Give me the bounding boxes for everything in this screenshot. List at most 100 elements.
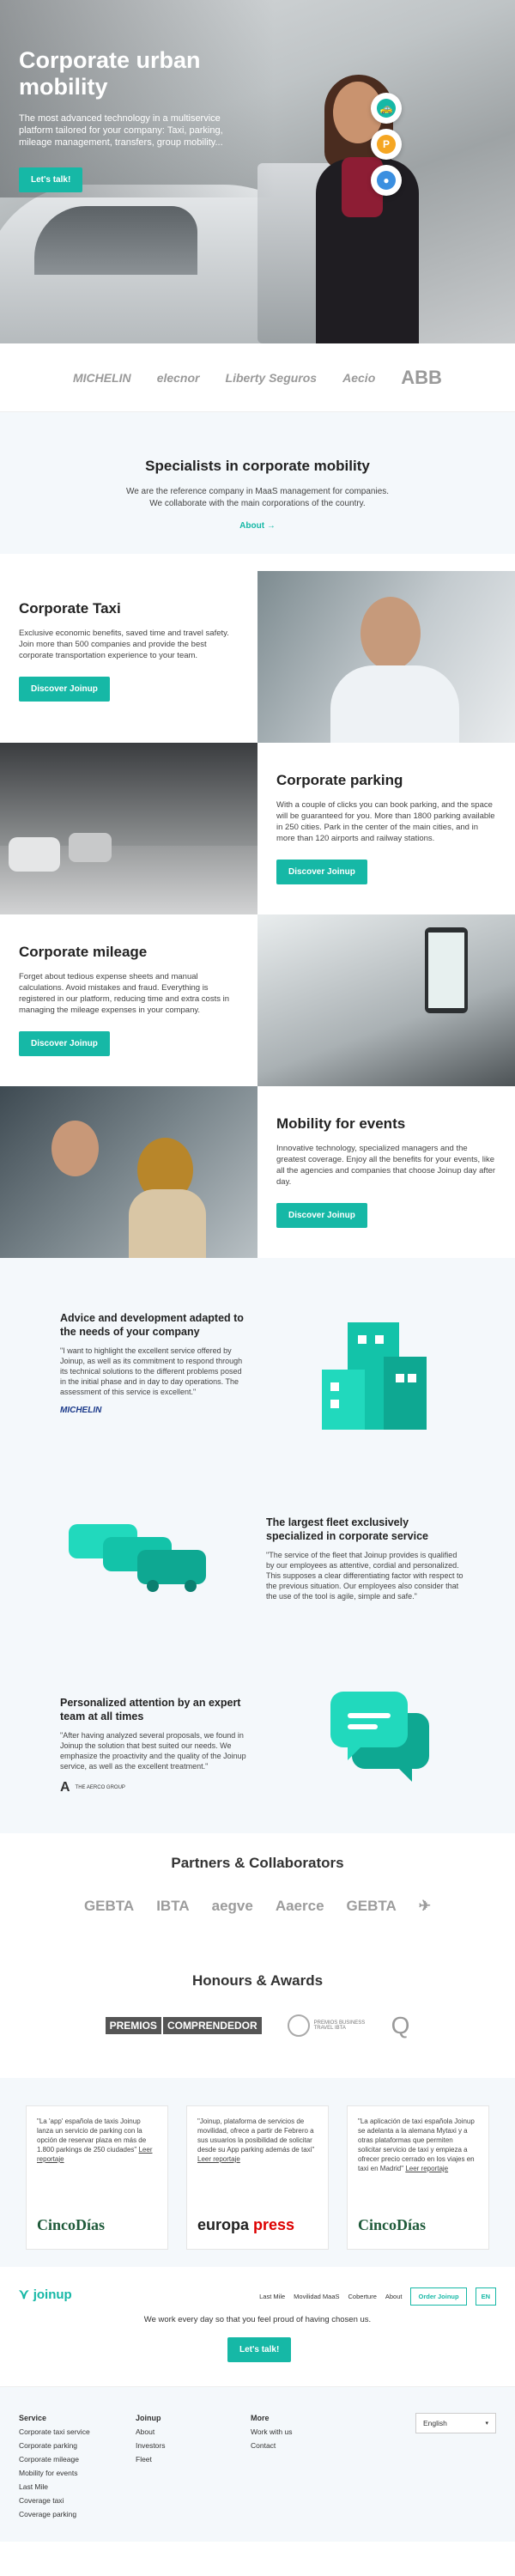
partners-title: Partners & Collaborators (171, 1855, 344, 1871)
testimonial-title: Personalized attention by an expert team… (60, 1697, 241, 1722)
about-link[interactable]: About → (239, 521, 276, 531)
cincodias-logo: CincoDías (37, 2216, 106, 2233)
language-toggle[interactable]: EN (475, 2287, 496, 2306)
testimonial-quote: "The service of the fleet that Joinup pr… (266, 1551, 464, 1601)
quality-logo: Q (391, 2012, 410, 2038)
discover-joinup-button[interactable]: Discover Joinup (276, 1203, 367, 1228)
footer-link[interactable]: Fleet (136, 2452, 166, 2466)
service-corporate-taxi: Corporate Taxi Exclusive economic benefi… (0, 571, 515, 743)
ibta-award-logo: PREMIOS BUSINESS TRAVEL IBTA (287, 2014, 366, 2037)
footer-top: ⋎ joinup Last Mile Movilidad MaaS Cobert… (0, 2267, 515, 2387)
michelin-logo: MICHELIN (60, 1406, 102, 1415)
footer-bottom: Service Corporate taxi service Corporate… (0, 2387, 515, 2542)
service-text: Forget about tedious expense sheets and … (19, 972, 230, 1015)
service-title: Corporate Taxi (19, 600, 121, 617)
hero-cta-button[interactable]: Let's talk! (19, 167, 83, 192)
testimonials: Advice and development adapted to the ne… (0, 1258, 515, 1833)
footer-link[interactable]: Corporate parking (19, 2439, 90, 2452)
discover-joinup-button[interactable]: Discover Joinup (19, 1031, 110, 1056)
testimonial-title: The largest fleet exclusively specialize… (266, 1516, 428, 1542)
partner-logo: GEBTA (346, 1898, 397, 1914)
hero-subtitle: The most advanced technology in a multis… (19, 113, 223, 148)
premios-comprendedor-logo: PREMIOS COMPRENDEDOR (105, 2017, 262, 2034)
chat-bubbles-icon (330, 1692, 429, 1782)
honours-title: Honours & Awards (191, 1972, 324, 1989)
read-article-link[interactable]: Leer reportaje (197, 2155, 240, 2163)
testimonial-quote: "I want to highlight the excellent servi… (60, 1346, 243, 1396)
footer-link[interactable]: Mobility for events (19, 2466, 90, 2480)
footer-link[interactable]: About (136, 2425, 166, 2439)
partner-logo: Aaerce (275, 1898, 324, 1914)
nav-movilidad-maas[interactable]: Movilidad MaaS (294, 2293, 339, 2300)
businessman-phone-image (258, 571, 515, 743)
discover-joinup-button[interactable]: Discover Joinup (19, 677, 110, 702)
service-title: Mobility for events (276, 1115, 406, 1132)
client-logo: Liberty Seguros (225, 370, 318, 385)
read-article-link[interactable]: Leer reportaje (405, 2165, 448, 2172)
specialists-title: Specialists in corporate mobility (145, 458, 370, 474)
service-text: Exclusive economic benefits, saved time … (19, 629, 229, 660)
aerco-logo: A THE AERCO GROUP (60, 1780, 125, 1795)
order-joinup-button[interactable]: Order Joinup (410, 2287, 467, 2306)
hero-woman-image (309, 75, 438, 343)
joinup-logo[interactable]: ⋎ joinup (19, 2286, 72, 2303)
service-text: Innovative technology, specialized manag… (276, 1144, 496, 1187)
footer-link[interactable]: Last Mile (19, 2480, 90, 2494)
partner-logo: aegve (211, 1898, 253, 1914)
footer-link[interactable]: Investors (136, 2439, 166, 2452)
partner-logo: IBTA (156, 1898, 190, 1914)
parking-badge-icon: P (371, 129, 402, 160)
footer-cta-button[interactable]: Let's talk! (227, 2337, 292, 2362)
testimonial-title: Advice and development adapted to the ne… (60, 1312, 244, 1338)
press-card: "Joinup, plataforma de servicios de movi… (186, 2105, 329, 2250)
arrow-right-icon: → (266, 521, 276, 531)
fleet-cars-icon (69, 1524, 206, 1592)
cincodias-logo: CincoDías (358, 2216, 427, 2233)
footer-link[interactable]: Coverage parking (19, 2507, 90, 2521)
footer-column-service: Service Corporate taxi service Corporate… (19, 2411, 90, 2521)
nav-about[interactable]: About (385, 2293, 403, 2300)
nav-last-mile[interactable]: Last Mile (259, 2293, 285, 2300)
specialists-text: We are the reference company in MaaS man… (125, 487, 390, 508)
press-card: "La 'app' española de taxis Joinup lanza… (26, 2105, 168, 2250)
joinup-logo-icon: ⋎ (19, 2287, 29, 2302)
phone-in-car-image (258, 914, 515, 1086)
buildings-icon (322, 1322, 427, 1430)
footer-link[interactable]: Work with us (251, 2425, 293, 2439)
testimonial-attention: Personalized attention by an expert team… (60, 1696, 258, 1795)
testimonial-quote: "After having analyzed several proposals… (60, 1731, 246, 1771)
footer-column-joinup: Joinup About Investors Fleet (136, 2411, 166, 2466)
client-logo: MICHELIN (73, 370, 131, 385)
press-section: "La 'app' española de taxis Joinup lanza… (0, 2078, 515, 2267)
testimonial-advice: Advice and development adapted to the ne… (60, 1311, 249, 1415)
client-logos: MICHELIN elecnor Liberty Seguros Aecio A… (0, 343, 515, 412)
service-corporate-mileage: Corporate mileage Forget about tedious e… (0, 914, 515, 1086)
footer-link[interactable]: Corporate taxi service (19, 2425, 90, 2439)
language-select[interactable]: English ▾ (415, 2413, 496, 2433)
footer-column-more: More Work with us Contact (251, 2411, 293, 2452)
hero-car-window (34, 206, 197, 275)
nav-coberture[interactable]: Coberture (348, 2293, 377, 2300)
press-card: "La aplicación de taxi española Joinup s… (347, 2105, 489, 2250)
footer-link[interactable]: Coverage taxi (19, 2494, 90, 2507)
partner-logo: GEBTA (83, 1898, 135, 1914)
service-title: Corporate parking (276, 772, 403, 788)
chevron-down-icon: ▾ (485, 2421, 488, 2427)
footer-link[interactable]: Corporate mileage (19, 2452, 90, 2466)
honours-section: Honours & Awards PREMIOS COMPRENDEDOR PR… (0, 1945, 515, 2078)
footer-link[interactable]: Contact (251, 2439, 293, 2452)
services: Corporate Taxi Exclusive economic benefi… (0, 571, 515, 1258)
discover-joinup-button[interactable]: Discover Joinup (276, 860, 367, 884)
partners-section: Partners & Collaborators GEBTA IBTA aegv… (0, 1833, 515, 1945)
taxi-badge-icon: 🚕 (371, 93, 402, 124)
footer-nav: Last Mile Movilidad MaaS Coberture About… (259, 2287, 496, 2306)
europapress-logo: europa press (197, 2216, 295, 2233)
footer-slogan: We work every day so that you feel proud… (143, 2315, 372, 2324)
specialists-section: Specialists in corporate mobility We are… (0, 412, 515, 554)
client-logo: ABB (401, 366, 442, 388)
hero: Corporate urban mobility The most advanc… (0, 0, 515, 343)
testimonial-fleet: The largest fleet exclusively specialize… (266, 1516, 464, 1601)
service-title: Corporate mileage (19, 944, 148, 960)
parking-garage-image (0, 743, 258, 914)
client-logo: Aecio (342, 370, 376, 385)
